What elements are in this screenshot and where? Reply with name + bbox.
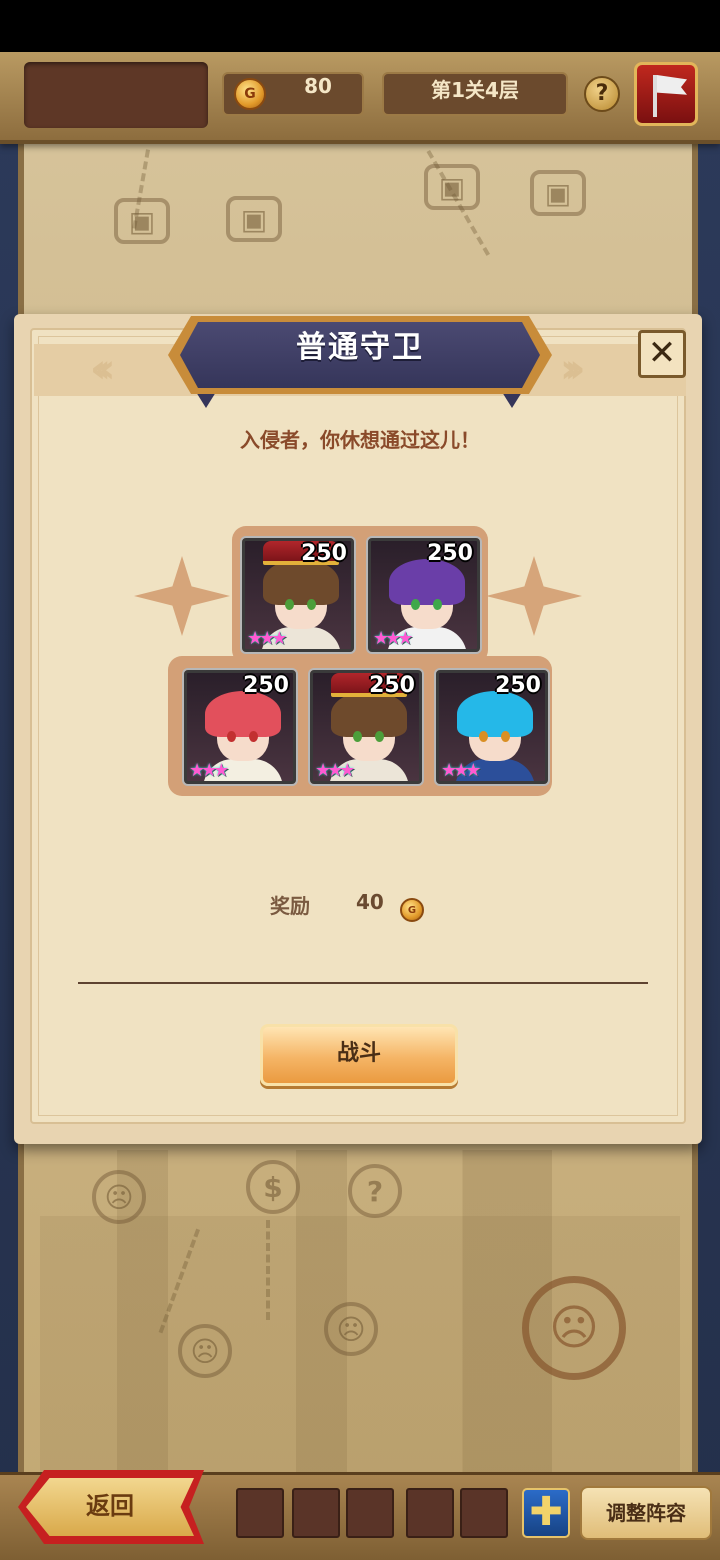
enemy-portrait[interactable]: 250 ★★★ [310, 670, 422, 784]
stage-label: 第1关4层 [382, 72, 568, 116]
ribbon-tail-right [502, 392, 522, 408]
demon-icon: ☹ [190, 1334, 220, 1368]
hero-eye [501, 731, 510, 742]
enemy-taunt-text: 入侵者，你休想通过这儿！ [240, 428, 480, 452]
hero-eye [433, 599, 442, 610]
map-node-enemy[interactable]: ☹ [324, 1302, 378, 1356]
coin-icon: G [400, 898, 424, 922]
chest-icon: ▣ [544, 176, 572, 210]
team-slot[interactable] [406, 1488, 454, 1538]
game-screen: ▣ ▣ ▣ ▣ ☹ $ ? ☹ ☹ ☹ G 80 第1关4层 ? ‹‹‹ ›››… [0, 0, 720, 1560]
surrender-flag-button[interactable] [634, 62, 698, 126]
team-slot[interactable] [236, 1488, 284, 1538]
back-button[interactable]: 返回 [26, 1478, 194, 1536]
team-slot[interactable] [292, 1488, 340, 1538]
enemy-level: 250 [495, 673, 541, 698]
flag-icon [653, 75, 657, 117]
close-button[interactable]: ✕ [638, 330, 686, 378]
question-icon: ? [366, 1174, 384, 1208]
flag-cloth [657, 75, 687, 95]
hero-eye [375, 731, 384, 742]
map-node-boss[interactable]: ☹ [522, 1276, 626, 1380]
star-rating-icon: ★★★ [247, 628, 287, 649]
hero-eye [249, 731, 258, 742]
demon-icon: ☹ [336, 1312, 366, 1346]
map-node-chest[interactable]: ▣ [114, 198, 170, 244]
enemy-portrait[interactable]: 250 ★★★ [436, 670, 548, 784]
star-rating-icon: ★★★ [189, 760, 229, 781]
reward-value: 40 [356, 890, 384, 914]
enemy-portrait[interactable]: 250 ★★★ [242, 538, 354, 652]
divider [78, 982, 648, 984]
enemy-level: 250 [427, 541, 473, 566]
map-node-enemy[interactable]: ☹ [92, 1170, 146, 1224]
chevron-right-decoration: ››› [560, 346, 586, 392]
enemy-portrait[interactable]: 250 ★★★ [368, 538, 480, 652]
map-node-mystery[interactable]: ? [348, 1164, 402, 1218]
fight-button[interactable]: 战斗 [260, 1024, 458, 1086]
chest-icon: ▣ [240, 202, 268, 236]
star-rating-icon: ★★★ [315, 760, 355, 781]
hero-eye [307, 599, 316, 610]
currency-value: 80 [304, 74, 332, 98]
demon-icon: ☹ [548, 1300, 600, 1356]
enemy-level: 250 [243, 673, 289, 698]
star-rating-icon: ★★★ [373, 628, 413, 649]
hero-eye [227, 731, 236, 742]
map-node-shop[interactable]: $ [246, 1160, 300, 1214]
adjust-lineup-button[interactable]: 调整阵容 [580, 1486, 712, 1540]
map-node-enemy[interactable]: ☹ [178, 1324, 232, 1378]
chevron-left-decoration: ‹‹‹ [90, 346, 116, 392]
map-node-chest[interactable]: ▣ [530, 170, 586, 216]
ribbon-tail-left [196, 392, 216, 408]
dialog-title: 普通守卫 [296, 330, 424, 365]
hero-eye [285, 599, 294, 610]
hero-eye [479, 731, 488, 742]
player-name-panel [24, 62, 208, 128]
map-node-chest[interactable]: ▣ [226, 196, 282, 242]
star-rating-icon: ★★★ [441, 760, 481, 781]
enemy-portrait[interactable]: 250 ★★★ [184, 670, 296, 784]
team-slot[interactable] [346, 1488, 394, 1538]
top-bar: G 80 第1关4层 ? [0, 52, 720, 144]
map-node-chest[interactable]: ▣ [424, 164, 480, 210]
reward-label: 奖励 [270, 894, 310, 918]
currency-display: G 80 [222, 72, 364, 116]
team-slot[interactable] [460, 1488, 508, 1538]
chest-icon: ▣ [438, 170, 466, 204]
add-hero-button[interactable]: ✚ [522, 1488, 570, 1538]
chest-icon: ▣ [128, 204, 156, 238]
hero-eye [353, 731, 362, 742]
map-path [266, 1220, 270, 1320]
enemy-level: 250 [369, 673, 415, 698]
enemy-level: 250 [301, 541, 347, 566]
help-button[interactable]: ? [584, 76, 620, 112]
demon-icon: ☹ [104, 1180, 134, 1214]
money-bag-icon: $ [263, 1170, 283, 1204]
coin-icon: G [234, 78, 266, 110]
hero-eye [411, 599, 420, 610]
